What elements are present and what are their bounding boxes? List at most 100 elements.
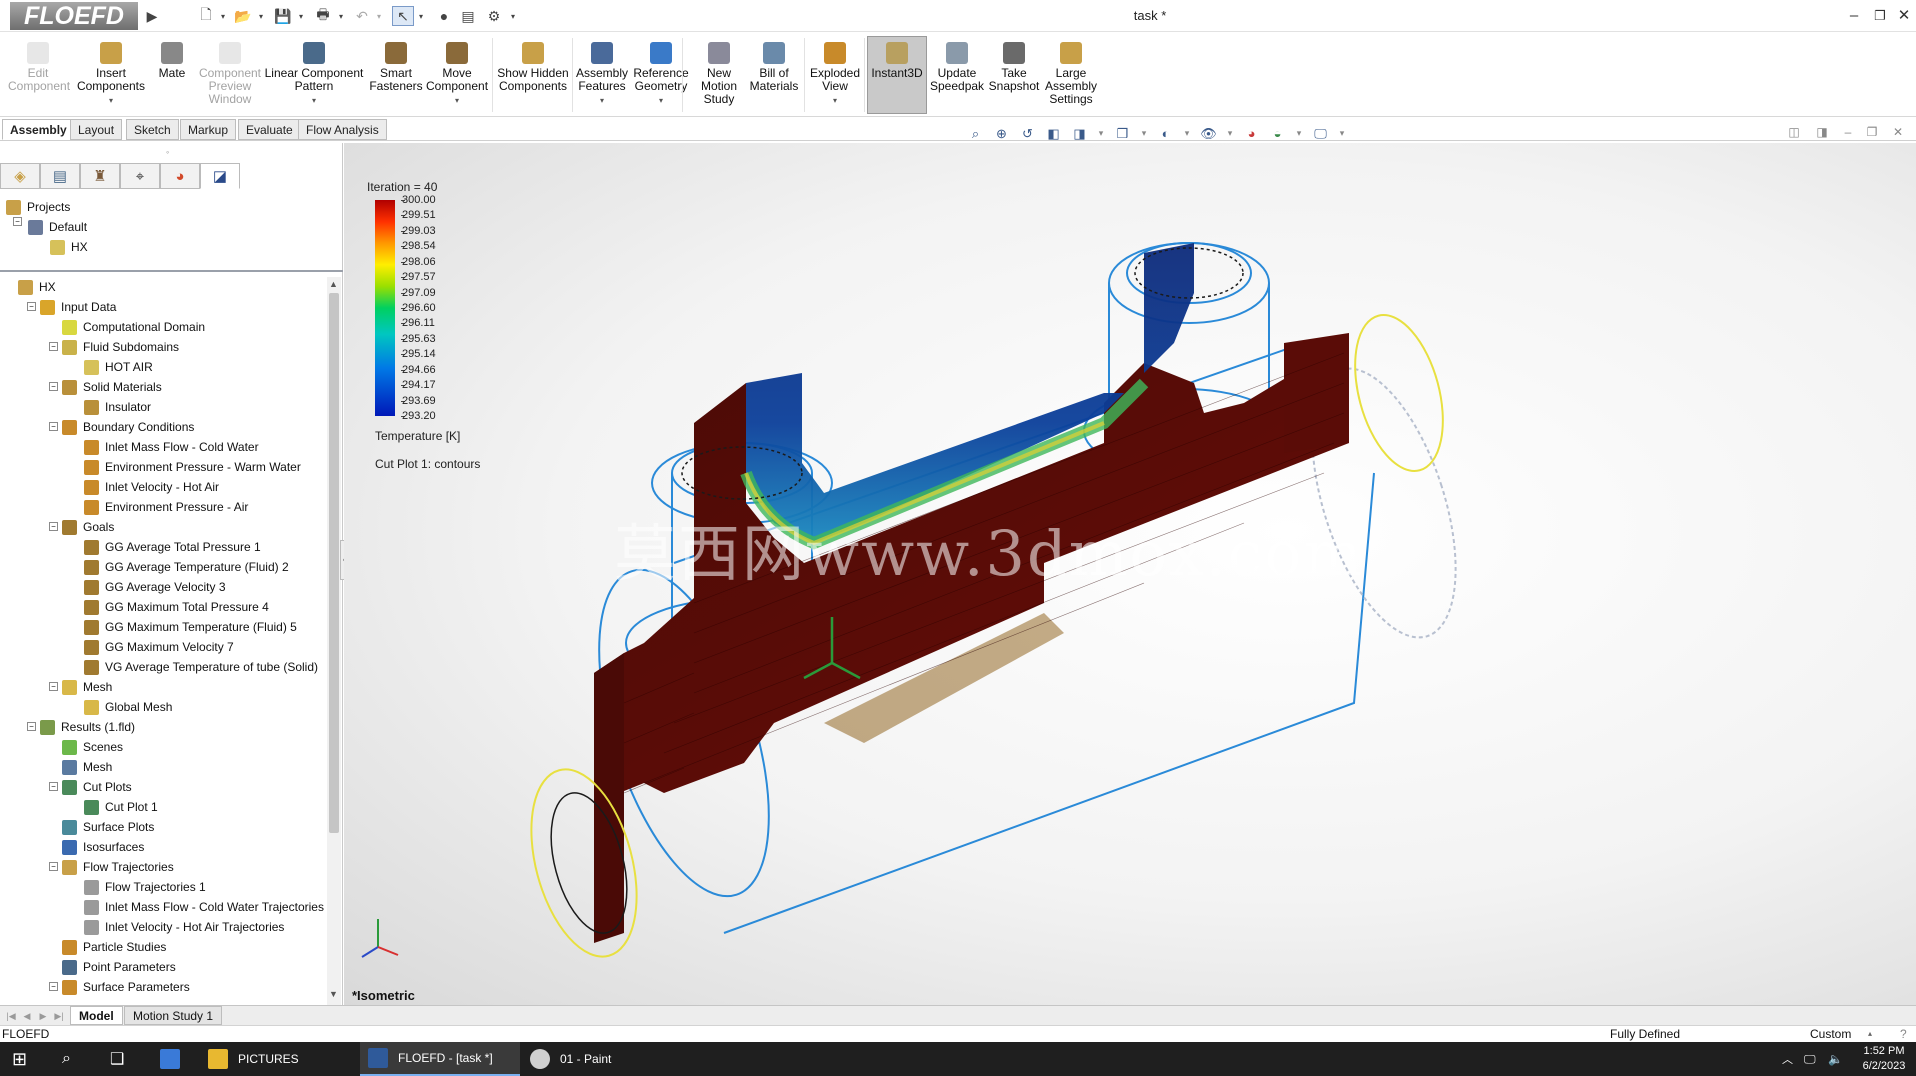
panel-collapse-handle[interactable]: ◦ <box>166 147 169 157</box>
tree-item-solid-materials[interactable]: Solid Materials <box>62 377 162 397</box>
tab-sketch[interactable]: Sketch <box>126 119 179 140</box>
undo-dropdown-icon[interactable]: ▾ <box>374 6 384 26</box>
tree-item-gg-maximum-temperature-fluid-5[interactable]: GG Maximum Temperature (Fluid) 5 <box>84 617 297 637</box>
tree-item-goals[interactable]: Goals <box>62 517 114 537</box>
ribbon-button-mate[interactable]: Mate <box>152 42 192 80</box>
ribbon-button-assembly-features[interactable]: Assembly Features ▾ <box>574 42 630 107</box>
feature-manager-tab-icon[interactable]: ◈ <box>0 163 40 189</box>
tree-item-flow-trajectories-1[interactable]: Flow Trajectories 1 <box>84 877 206 897</box>
ribbon-button-linear-component-pattern[interactable]: Linear Component Pattern ▾ <box>258 42 370 107</box>
tree-scrollbar[interactable]: ▲ ▼ <box>327 277 341 1007</box>
tree-item-inlet-velocity-hot-air-trajectories[interactable]: Inlet Velocity - Hot Air Trajectories <box>84 917 284 937</box>
edit-appearance-icon[interactable]: ◕ <box>1241 123 1262 144</box>
tree-item-hot-air[interactable]: HOT AIR <box>84 357 153 377</box>
ribbon-button-exploded-view[interactable]: Exploded View ▾ <box>806 42 864 107</box>
scroll-down-icon[interactable]: ▼ <box>329 989 338 999</box>
expand-toggle-icon[interactable]: − <box>49 422 58 431</box>
ribbon-button-new-motion-study[interactable]: New Motion Study <box>692 42 746 106</box>
options-dropdown-icon[interactable]: ▾ <box>508 6 518 26</box>
scroll-up-icon[interactable]: ▲ <box>329 279 338 289</box>
zoom-to-fit-icon[interactable]: ⌕ <box>965 123 986 144</box>
ribbon-button-take-snapshot[interactable]: Take Snapshot <box>988 42 1040 93</box>
ribbon-button-large-assembly-settings[interactable]: Large Assembly Settings <box>1040 42 1102 106</box>
tree-item-particle-studies[interactable]: Particle Studies <box>62 937 166 957</box>
tree-item-default[interactable]: Default <box>28 217 87 237</box>
tree-item-projects[interactable]: Projects <box>6 197 70 217</box>
tree-item-gg-average-velocity-3[interactable]: GG Average Velocity 3 <box>84 577 226 597</box>
tree-item-input-data[interactable]: Input Data <box>40 297 116 317</box>
last-tab-icon[interactable]: ▶| <box>52 1009 66 1023</box>
scrollbar-thumb[interactable] <box>329 293 339 833</box>
tree-item-gg-average-total-pressure-1[interactable]: GG Average Total Pressure 1 <box>84 537 261 557</box>
tree-item-inlet-mass-flow-cold-water-trajectories[interactable]: Inlet Mass Flow - Cold Water Trajectorie… <box>84 897 324 917</box>
taskbar-item-floefd[interactable]: FLOEFD - [task *] <box>360 1042 520 1076</box>
flow-analysis-tree-tab-icon[interactable]: ◪ <box>200 163 240 189</box>
expand-toggle-icon[interactable]: − <box>27 302 36 311</box>
ribbon-button-update-speedpak[interactable]: Update Speedpak <box>930 42 984 93</box>
tree-item-fluid-subdomains[interactable]: Fluid Subdomains <box>62 337 179 357</box>
section-view-icon[interactable]: ◧ <box>1043 123 1064 144</box>
expand-toggle-icon[interactable]: − <box>49 342 58 351</box>
task-view-icon[interactable]: ❑ <box>110 1042 124 1076</box>
expand-toggle-icon[interactable]: − <box>49 522 58 531</box>
tree-item-environment-pressure-warm-water[interactable]: Environment Pressure - Warm Water <box>84 457 301 477</box>
rebuild-traffic-light-icon[interactable]: ● <box>434 6 454 26</box>
taskbar-clock[interactable]: 1:52 PM 6/2/2023 <box>1856 1044 1912 1074</box>
tree-item-mesh[interactable]: Mesh <box>62 757 112 777</box>
minimize-window-icon[interactable]: – <box>1842 4 1866 28</box>
dropdown-arrow-icon[interactable]: ▾ <box>76 94 146 107</box>
dropdown-arrow-icon[interactable]: ▾ <box>806 94 864 107</box>
panel-splitter[interactable] <box>0 270 343 274</box>
tree-item-environment-pressure-air[interactable]: Environment Pressure - Air <box>84 497 248 517</box>
hide-show-items-icon[interactable]: 👁 <box>1198 123 1219 144</box>
expand-toggle-icon[interactable]: − <box>49 782 58 791</box>
ribbon-button-bill-of-materials[interactable]: Bill of Materials <box>748 42 800 93</box>
close-window-icon[interactable]: ✕ <box>1892 4 1916 28</box>
previous-view-icon[interactable]: ↺ <box>1017 123 1038 144</box>
ribbon-button-move-component[interactable]: Move Component ▾ <box>426 42 488 107</box>
file-properties-icon[interactable]: ▤ <box>458 6 478 26</box>
units-dropdown-icon[interactable]: ▴ <box>1868 1026 1872 1042</box>
select-pointer-icon[interactable]: ↖ <box>392 6 414 26</box>
tree-item-isosurfaces[interactable]: Isosurfaces <box>62 837 144 857</box>
prev-tab-icon[interactable]: ◀ <box>20 1009 34 1023</box>
tab-layout[interactable]: Layout <box>70 119 123 140</box>
tree-item-results-1-fld[interactable]: Results (1.fld) <box>40 717 135 737</box>
dynamic-annotation-icon[interactable]: ◨ <box>1069 123 1090 144</box>
viewport-minimize-icon[interactable]: – <box>1838 125 1858 143</box>
tree-item-hx[interactable]: HX <box>18 277 56 297</box>
first-tab-icon[interactable]: |◀ <box>4 1009 18 1023</box>
configuration-manager-tab-icon[interactable]: ♜ <box>80 163 120 189</box>
tab-assembly[interactable]: Assembly <box>2 119 75 140</box>
print-dropdown-icon[interactable]: ▾ <box>336 6 346 26</box>
dropdown-icon[interactable]: ▾ <box>1336 123 1348 144</box>
undo-icon[interactable]: ↶ <box>352 6 372 26</box>
viewport-split-icon[interactable]: ◨ <box>1812 125 1832 143</box>
tree-item-gg-maximum-velocity-7[interactable]: GG Maximum Velocity 7 <box>84 637 234 657</box>
viewport-close-icon[interactable]: ✕ <box>1888 125 1908 143</box>
dropdown-icon[interactable]: ▾ <box>1181 123 1193 144</box>
dropdown-icon[interactable]: ▾ <box>1224 123 1236 144</box>
dropdown-arrow-icon[interactable]: ▾ <box>258 94 370 107</box>
dropdown-icon[interactable]: ▾ <box>1095 123 1107 144</box>
view-orientation-icon[interactable]: ❒ <box>1112 123 1133 144</box>
taskbar-item-paint[interactable]: 01 - Paint <box>526 1042 676 1076</box>
new-dropdown-icon[interactable]: ▾ <box>218 6 228 26</box>
tab-motion-study-1[interactable]: Motion Study 1 <box>124 1006 223 1025</box>
viewport-tile-icon[interactable]: ◫ <box>1784 125 1804 143</box>
property-manager-tab-icon[interactable]: ▤ <box>40 163 80 189</box>
expand-toggle-icon[interactable]: − <box>13 217 22 226</box>
ribbon-button-edit-component[interactable]: Edit Component <box>8 42 70 93</box>
display-style-icon[interactable]: ◐ <box>1155 123 1176 144</box>
open-folder-icon[interactable]: 📂 <box>232 6 254 26</box>
next-tab-icon[interactable]: ▶ <box>36 1009 50 1023</box>
tree-item-boundary-conditions[interactable]: Boundary Conditions <box>62 417 194 437</box>
expand-toggle-icon[interactable]: − <box>49 382 58 391</box>
ribbon-button-instant3d[interactable]: Instant3D <box>868 42 926 80</box>
tab-markup[interactable]: Markup <box>180 119 237 140</box>
taskbar-item-pictures[interactable]: PICTURES <box>204 1042 352 1076</box>
tree-item-computational-domain[interactable]: Computational Domain <box>62 317 205 337</box>
tree-item-gg-maximum-total-pressure-4[interactable]: GG Maximum Total Pressure 4 <box>84 597 269 617</box>
ribbon-button-smart-fasteners[interactable]: Smart Fasteners <box>366 42 426 93</box>
tree-item-insulator[interactable]: Insulator <box>84 397 151 417</box>
